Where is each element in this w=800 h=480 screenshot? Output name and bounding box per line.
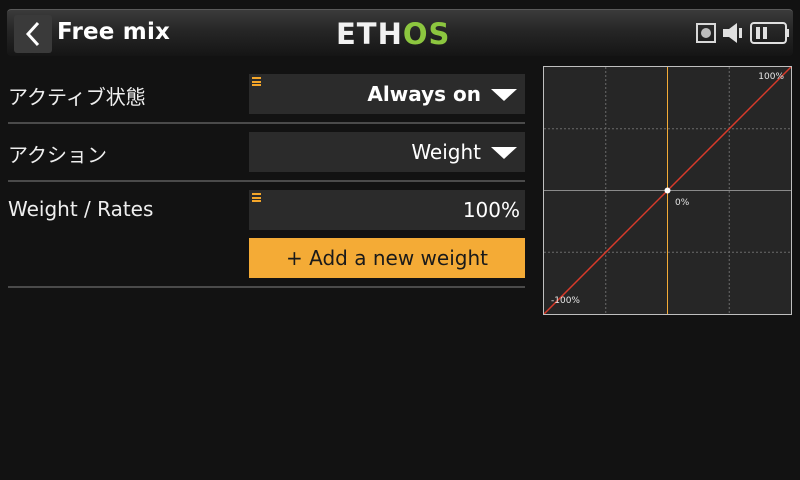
- status-icons: [696, 20, 790, 46]
- weight-value: 100%: [462, 198, 520, 222]
- logo-text-accent: OS: [402, 17, 451, 51]
- sd-card-icon: [696, 23, 716, 43]
- row-divider: [8, 286, 525, 288]
- speaker-icon: [723, 23, 742, 43]
- chevron-down-icon: [491, 147, 517, 159]
- action-label: アクション: [8, 143, 107, 167]
- page-title: Free mix: [57, 19, 171, 45]
- action-value: Weight: [411, 140, 481, 164]
- menu-icon[interactable]: [252, 77, 261, 88]
- weight-value-field[interactable]: 100%: [249, 190, 525, 230]
- logo-text-main: ETH: [336, 17, 403, 51]
- active-state-dropdown[interactable]: Always on: [249, 74, 525, 114]
- graph-center-label: 0%: [675, 198, 690, 208]
- row-divider: [8, 180, 525, 182]
- header-bar: Free mix ETHOS: [0, 0, 800, 60]
- action-dropdown[interactable]: Weight: [249, 132, 525, 172]
- back-button[interactable]: [14, 15, 52, 53]
- ethos-logo: ETHOS: [336, 19, 450, 49]
- menu-icon[interactable]: [252, 193, 261, 204]
- active-state-value: Always on: [367, 82, 481, 106]
- chevron-down-icon: [491, 89, 517, 101]
- active-state-label: アクティブ状態: [8, 85, 146, 109]
- battery-icon: [750, 22, 789, 44]
- curve-graph-canvas: [544, 67, 791, 314]
- curve-graph: 100% 0% -100%: [543, 66, 792, 315]
- add-weight-button[interactable]: + Add a new weight: [249, 238, 525, 278]
- curve-point: [664, 187, 671, 194]
- row-divider: [8, 122, 525, 124]
- weight-rates-label: Weight / Rates: [8, 197, 154, 221]
- back-chevron-icon: [25, 21, 40, 47]
- graph-min-label: -100%: [551, 296, 580, 306]
- graph-max-label: 100%: [758, 72, 784, 82]
